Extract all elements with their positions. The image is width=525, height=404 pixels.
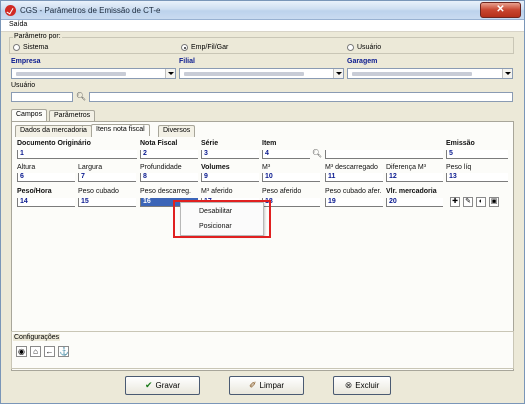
radio-sistema[interactable] (13, 44, 20, 51)
empresa-combo[interactable] (11, 68, 176, 79)
empresa-label: Empresa (11, 58, 41, 65)
field-label: Vlr. mercadoria (386, 188, 437, 195)
field-label: Largura (78, 164, 103, 171)
usuario-code-input[interactable] (11, 92, 73, 102)
field-diferenca-m3[interactable]: 12 (386, 173, 443, 182)
field-label: Altura (17, 164, 36, 171)
check-icon: ✔ (145, 380, 153, 390)
field-profundidade[interactable]: 8 (140, 173, 198, 182)
field-m3-descarregado[interactable]: 11 (325, 173, 383, 182)
clear-button[interactable]: ✐ Limpar (229, 376, 304, 395)
field-label: Profundidade (140, 164, 182, 171)
globe-icon[interactable]: ◉ (16, 346, 27, 357)
field-label: M³ (262, 164, 271, 171)
field-label: M³ descarregado (325, 164, 378, 171)
chevron-down-icon[interactable] (165, 69, 175, 78)
radio-usuario-label: Usuário (357, 44, 382, 51)
field-volumes[interactable]: 9 (201, 173, 259, 182)
field-label: Nota Fiscal (140, 140, 178, 147)
fields-icon[interactable]: ✎ (463, 197, 473, 207)
field-peso-liq[interactable]: 13 (446, 173, 508, 182)
add-icon[interactable]: ✚ (450, 197, 460, 207)
field-documento-originario[interactable]: 1 (17, 150, 137, 159)
menu-item-saida[interactable]: Saída (9, 21, 27, 28)
app-logo-icon (5, 5, 16, 16)
title-bar: CGS - Parâmetros de Emissão de CT-e ✕ (1, 1, 524, 20)
app-window: CGS - Parâmetros de Emissão de CT-e ✕ Sa… (0, 0, 525, 404)
save-button[interactable]: ✔ Gravar (125, 376, 200, 395)
radio-usuario[interactable] (347, 44, 354, 51)
garagem-combo[interactable] (347, 68, 513, 79)
tab-dados-mercadoria[interactable]: Dados da mercadoria (15, 125, 92, 137)
garagem-label: Garagem (347, 58, 378, 65)
field-label: Peso aferido (262, 188, 302, 195)
chevron-down-icon[interactable] (502, 69, 512, 78)
delete-button[interactable]: ⊗ Excluir (333, 376, 391, 395)
field-largura[interactable]: 7 (78, 173, 136, 182)
field-label: Diferença M³ (386, 164, 427, 171)
tab-itens-nota-fiscal[interactable]: Itens nota fiscal (91, 124, 150, 136)
field-label: Documento Originário (17, 140, 91, 147)
field-label: Item (262, 140, 277, 147)
field-blank[interactable] (325, 150, 443, 159)
anchor-icon[interactable]: ⚓ (58, 346, 69, 357)
field-peso-hora[interactable]: 14 (17, 198, 75, 207)
field-label: Volumes (201, 164, 230, 171)
tab-diversos[interactable]: Diversos (158, 125, 196, 137)
annotation-highlight (173, 200, 271, 238)
binoculars-icon[interactable]: 🔍︎ (311, 149, 323, 159)
binoculars-icon[interactable]: 🔍︎ (75, 92, 87, 102)
menu-bar: Saída (1, 20, 524, 32)
field-vlr-mercadoria[interactable]: 20 (386, 198, 443, 207)
param-group-legend: Parâmetro por: (13, 33, 62, 40)
field-peso-cubado[interactable]: 15 (78, 198, 136, 207)
arrow-left-icon[interactable]: ← (44, 346, 55, 357)
config-legend: Configurações (13, 334, 61, 341)
field-label: Peso cubado afer. (325, 188, 382, 195)
field-label: Peso líq (446, 164, 472, 171)
chevron-down-icon[interactable] (333, 69, 343, 78)
field-label: Emissão (446, 140, 475, 147)
usuario-label: Usuário (11, 82, 36, 89)
close-button[interactable]: ✕ (480, 2, 521, 18)
field-m3[interactable]: 10 (262, 173, 320, 182)
radio-emp-fil-gar[interactable] (181, 44, 188, 51)
config-panel (11, 331, 514, 369)
window-title: CGS - Parâmetros de Emissão de CT-e (20, 6, 161, 15)
param-group (9, 37, 514, 54)
field-label: Peso/Hora (17, 188, 52, 195)
save-disk-icon[interactable]: ▣ (489, 197, 499, 207)
radio-emp-fil-gar-label: Emp/Fil/Gar (191, 44, 229, 51)
field-peso-cubado-aferido[interactable]: 19 (325, 198, 383, 207)
filial-label: Filial (179, 58, 195, 65)
field-altura[interactable]: 6 (17, 173, 75, 182)
field-label: Série (201, 140, 219, 147)
field-nota-fiscal[interactable]: 2 (140, 150, 198, 159)
house-icon[interactable]: ⌂ (30, 346, 41, 357)
field-serie[interactable]: 3 (201, 150, 259, 159)
usuario-name-input[interactable] (89, 92, 513, 102)
field-emissao[interactable]: 5 (446, 150, 508, 159)
tab-campos[interactable]: Campos (11, 109, 48, 121)
field-label: Peso cubado (78, 188, 119, 195)
broom-icon: ✐ (249, 380, 257, 390)
field-item[interactable]: 4 (262, 150, 310, 159)
trash-icon: ⊗ (344, 380, 353, 390)
radio-sistema-label: Sistema (23, 44, 49, 51)
field-label: M³ aferido (201, 188, 233, 195)
field-label: Peso descarreg. (140, 188, 191, 195)
filial-combo[interactable] (179, 68, 344, 79)
color-icon[interactable]: ◐ (476, 197, 486, 207)
